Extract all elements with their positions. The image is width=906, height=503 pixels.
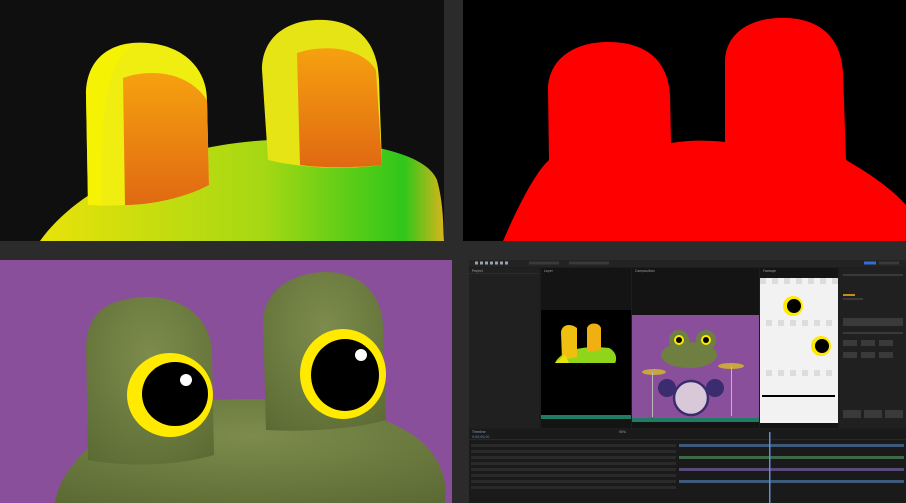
editor-ui-thumbnail: Project Layer Composition Footage Timeli… xyxy=(469,260,906,503)
left-eye-highlight xyxy=(180,374,192,386)
alpha-matte-panel xyxy=(463,0,906,241)
color-pass-render xyxy=(0,260,452,503)
bass-drum xyxy=(672,379,710,417)
properties-panel xyxy=(840,268,906,428)
select-tool-icon[interactable] xyxy=(475,261,478,265)
footage-viewer-tab[interactable]: Footage xyxy=(763,269,776,273)
timeline-panel xyxy=(469,429,906,503)
project-panel xyxy=(469,268,539,428)
timeline-tab[interactable]: Timeline xyxy=(471,430,486,434)
text-tool-icon[interactable] xyxy=(495,261,498,265)
normal-pass-render xyxy=(0,0,444,241)
hand-tool-icon[interactable] xyxy=(480,261,483,265)
editor-application-panel: Project Layer Composition Footage Timeli… xyxy=(469,260,906,503)
project-panel-tab[interactable]: Project xyxy=(472,269,484,273)
playhead[interactable] xyxy=(769,432,771,503)
red-matte-render xyxy=(463,0,906,241)
right-eye-highlight xyxy=(355,349,367,361)
zoom-level[interactable]: 50% xyxy=(619,430,626,434)
pen-tool-icon[interactable] xyxy=(490,261,493,265)
brush-tool-icon[interactable] xyxy=(500,261,503,265)
color-pass-render-panel xyxy=(0,260,452,503)
zoom-tool-icon[interactable] xyxy=(485,261,488,265)
layer-viewer-tab[interactable]: Layer xyxy=(544,269,554,273)
timecode-display[interactable]: 0;00;00;00 xyxy=(472,435,489,439)
comp-viewer-tab[interactable]: Composition xyxy=(635,269,655,273)
puppet-tool-icon[interactable] xyxy=(505,261,508,265)
normal-pass-render-panel xyxy=(0,0,444,241)
